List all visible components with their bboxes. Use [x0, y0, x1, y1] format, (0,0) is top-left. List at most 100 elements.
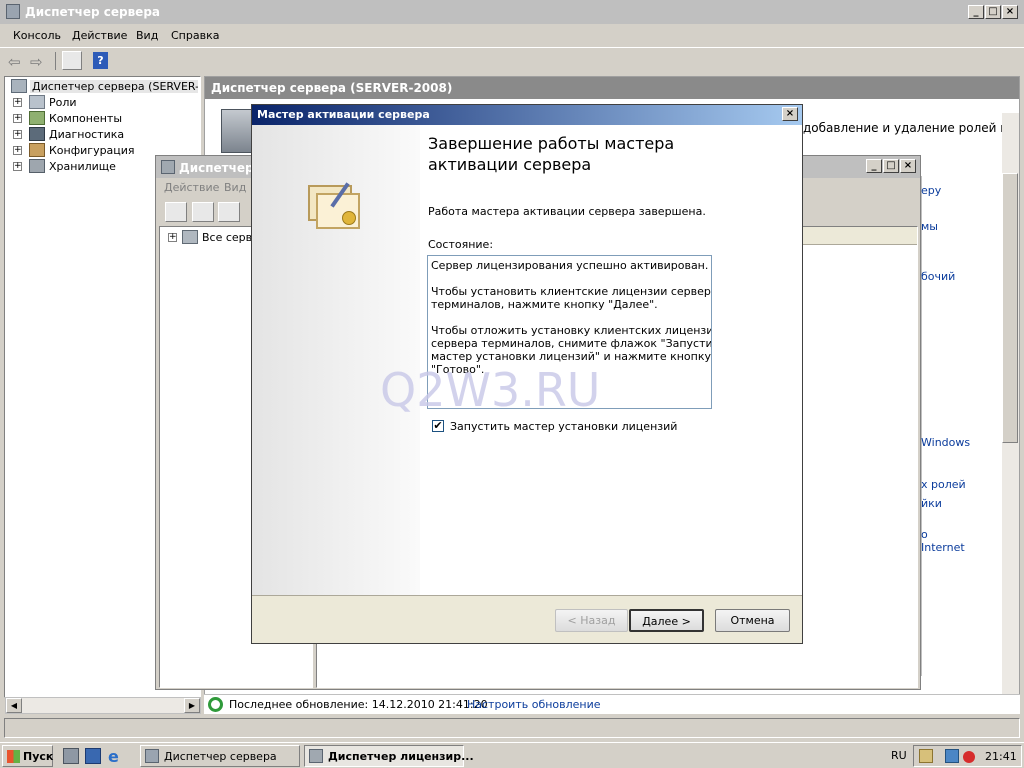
cancel-button[interactable]: Отмена	[715, 609, 790, 632]
tree-item-features[interactable]: Компоненты	[49, 112, 122, 125]
start-button[interactable]: Пуск	[2, 745, 53, 767]
back-button[interactable]: < Назад	[555, 609, 628, 632]
clock: 21:41	[985, 750, 1017, 763]
main-window-title: Диспетчер сервера	[25, 5, 160, 19]
wizard-title-bar: Мастер активации сервера ×	[252, 105, 802, 125]
status-line: Чтобы установить клиентские лицензии сер…	[431, 285, 712, 298]
license-app-icon	[161, 160, 175, 174]
server-icon	[221, 109, 253, 153]
connect-icon[interactable]	[165, 202, 187, 222]
tree-expander[interactable]: +	[13, 130, 22, 139]
launch-wizard-checkbox[interactable]: ✔	[432, 420, 444, 432]
toolbar: ⇦ ⇨ ?	[0, 47, 1024, 73]
main-title-bar: Диспетчер сервера _ □ ×	[0, 0, 1024, 24]
minimize-button[interactable]: _	[866, 159, 882, 173]
right-link-3[interactable]: бочий	[921, 270, 955, 283]
details-pane-header: Диспетчер сервера (SERVER-2008)	[205, 77, 1019, 99]
help-icon[interactable]: ?	[93, 52, 108, 69]
task-license-manager[interactable]: Диспетчер лицензир...	[304, 745, 474, 767]
minimize-button[interactable]: _	[968, 5, 984, 19]
tree-root-server-manager[interactable]: Диспетчер сервера (SERVER-2008	[30, 80, 198, 93]
scroll-thumb[interactable]	[1002, 173, 1018, 443]
right-link-6[interactable]: йки	[921, 497, 942, 510]
details-pane-title: Диспетчер сервера (SERVER-2008)	[211, 81, 453, 95]
tree-expander[interactable]: +	[168, 233, 177, 242]
tree-expander[interactable]: +	[13, 162, 22, 171]
back-arrow-icon[interactable]: ⇦	[8, 53, 21, 71]
grid-icon[interactable]	[218, 202, 240, 222]
tree-horizontal-scrollbar[interactable]: ◀ ▶	[5, 697, 201, 714]
right-links-area: еру мы бочий Windows х ролей йки о Inter…	[921, 176, 991, 676]
show-hide-tree-icon[interactable]	[62, 51, 82, 70]
menu-console[interactable]: Консоль	[13, 29, 61, 42]
wizard-heading-line2: активации сервера	[428, 155, 592, 174]
right-link-2[interactable]: мы	[921, 220, 938, 233]
right-link-7[interactable]: о	[921, 528, 928, 541]
wizard-heading: Завершение работы мастера	[428, 134, 675, 153]
status-line	[431, 272, 708, 285]
close-button[interactable]: ×	[900, 159, 916, 173]
launch-wizard-checkbox-label[interactable]: Запустить мастер установки лицензий	[450, 420, 677, 433]
tree-expander[interactable]: +	[13, 98, 22, 107]
tree-item-roles[interactable]: Роли	[49, 96, 77, 109]
tree-item-diagnostics[interactable]: Диагностика	[49, 128, 124, 141]
right-link-4[interactable]: Windows	[921, 436, 970, 449]
status-line: Сервер лицензирования успешно активирова…	[431, 259, 709, 272]
wizard-intro-text: Работа мастера активации сервера заверше…	[428, 205, 706, 218]
menu-action[interactable]: Действие	[72, 29, 127, 42]
menu-view[interactable]: Вид	[136, 29, 158, 42]
wizard-side-panel	[252, 125, 420, 595]
task-icon	[309, 749, 323, 763]
right-link-8[interactable]: Internet	[921, 541, 965, 554]
status-line: сервера терминалов, снимите флажок "Запу…	[431, 337, 712, 350]
maximize-button[interactable]: □	[883, 159, 899, 173]
toolbar-separator	[55, 52, 56, 70]
system-tray: 21:41	[913, 745, 1022, 767]
certificate-icon	[308, 181, 362, 231]
features-icon	[29, 111, 45, 125]
status-bar: Последнее обновление: 14.12.2010 21:41:2…	[204, 694, 1020, 714]
quick-launch-server-icon[interactable]	[63, 748, 79, 764]
filter-icon[interactable]	[192, 202, 214, 222]
task-label: Диспетчер лицензир...	[328, 750, 474, 763]
task-label: Диспетчер сервера	[164, 750, 277, 763]
quick-launch-desktop-icon[interactable]	[85, 748, 101, 764]
tree-expander[interactable]: +	[13, 146, 22, 155]
next-button[interactable]: Далее >	[629, 609, 704, 632]
tree-expander[interactable]: +	[13, 114, 22, 123]
tree-item-configuration[interactable]: Конфигурация	[49, 144, 135, 157]
task-server-manager[interactable]: Диспетчер сервера	[140, 745, 300, 767]
start-label: Пуск	[23, 750, 54, 763]
status-line: Чтобы отложить установку клиентских лице…	[431, 324, 712, 337]
diagnostics-icon	[29, 127, 45, 141]
right-scrollbar[interactable]	[1002, 113, 1019, 695]
configure-refresh-link[interactable]: Настроить обновление	[467, 698, 601, 711]
storage-icon	[29, 159, 45, 173]
right-box-1	[921, 176, 991, 676]
right-link-5[interactable]: х ролей	[921, 478, 966, 491]
servers-icon	[182, 230, 198, 244]
tray-alert-icon[interactable]	[963, 751, 975, 763]
tree-item-storage[interactable]: Хранилище	[49, 160, 116, 173]
watermark: Q2W3.RU	[380, 363, 601, 417]
bottom-status-strip	[4, 718, 1020, 738]
language-indicator[interactable]: RU	[891, 749, 907, 762]
taskbar: Пуск e Диспетчер сервера Диспетчер лицен…	[0, 742, 1024, 768]
close-button[interactable]: ×	[782, 107, 798, 121]
quick-launch-ie-icon[interactable]: e	[108, 747, 119, 766]
scroll-left-icon[interactable]: ◀	[6, 698, 22, 713]
tray-server-icon[interactable]	[945, 749, 959, 763]
task-icon	[145, 749, 159, 763]
menu-help[interactable]: Справка	[171, 29, 219, 42]
close-button[interactable]: ×	[1002, 5, 1018, 19]
scroll-right-icon[interactable]: ▶	[184, 698, 200, 713]
maximize-button[interactable]: □	[985, 5, 1001, 19]
last-update-text: Последнее обновление: 14.12.2010 21:41:2…	[229, 698, 488, 711]
forward-arrow-icon[interactable]: ⇨	[30, 53, 43, 71]
tray-network-icon[interactable]	[919, 749, 933, 763]
right-link-1[interactable]: еру	[921, 184, 941, 197]
configuration-icon	[29, 143, 45, 157]
license-menu-view[interactable]: Вид	[224, 181, 246, 194]
roles-summary-text: добавление и удаление ролей и	[803, 121, 1009, 135]
license-menu-action[interactable]: Действие	[164, 181, 219, 194]
